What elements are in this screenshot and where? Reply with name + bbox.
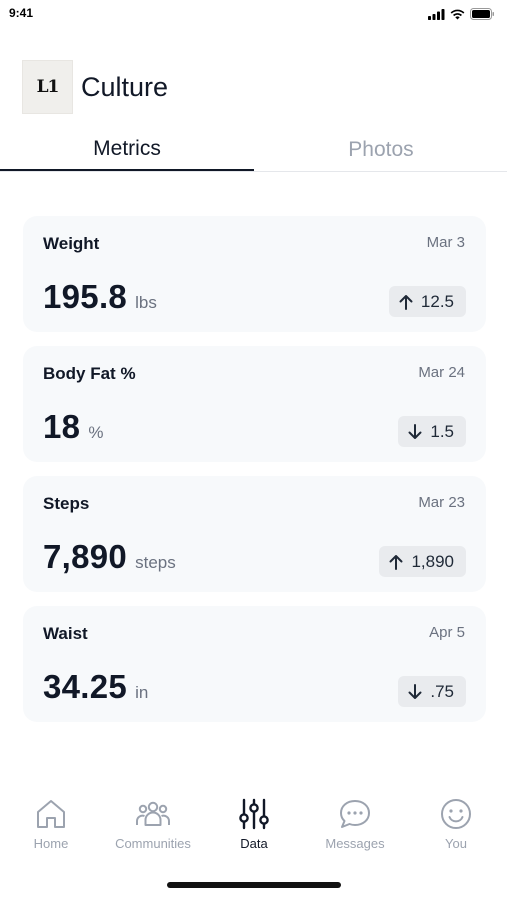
tabbar-data[interactable]: Data [203,796,305,851]
metric-value-group: 18 % [43,408,103,446]
logo-text: L1 [36,77,60,97]
metric-value: 7,890 [43,538,128,575]
metric-card-body-fat[interactable]: Body Fat % Mar 24 18 % 1.5 [23,346,486,462]
tab-metrics[interactable]: Metrics [0,128,254,171]
tabbar-label: Messages [325,836,385,851]
metric-date: Apr 5 [429,624,465,641]
bottom-tab-bar: Home Communities Data Messages You [0,796,507,866]
arrow-down-icon [408,423,422,439]
metric-change-badge: 1,890 [379,546,466,577]
status-icons [428,8,495,20]
metric-change-value: 1,890 [411,551,454,571]
metric-change-badge: 12.5 [388,286,466,317]
sliders-icon [239,798,269,830]
metric-value: 18 [43,408,81,445]
community-title: Culture [81,71,169,102]
status-bar: 9:41 [0,0,507,28]
tabbar-label: Communities [115,836,191,851]
tabbar-label: Data [240,836,268,851]
metric-label: Waist [43,624,88,643]
metric-value-group: 195.8 lbs [43,278,157,316]
metric-value-group: 7,890 steps [43,538,176,576]
metric-value-group: 34.25 in [43,668,148,706]
metric-change-value: 1.5 [430,421,454,441]
arrow-up-icon [399,294,413,310]
tab-bar-top: Metrics Photos [0,128,507,172]
metric-unit: in [135,683,149,702]
smiley-icon [441,799,471,829]
tabbar-communities[interactable]: Communities [102,796,204,851]
metric-unit: % [88,423,104,442]
metric-change-value: 12.5 [420,291,454,311]
chat-bubble-icon [340,800,370,828]
metric-unit: steps [135,553,176,572]
metric-label: Body Fat % [43,364,136,383]
cellular-signal-icon [428,8,445,20]
metric-value: 34.25 [43,668,128,705]
metric-label: Weight [43,234,100,253]
metric-card-steps[interactable]: Steps Mar 23 7,890 steps 1,890 [23,476,486,592]
home-icon [37,800,65,828]
tabbar-messages[interactable]: Messages [304,796,406,851]
metric-change-value: .75 [430,681,454,701]
metric-card-weight[interactable]: Weight Mar 3 195.8 lbs 12.5 [23,216,486,332]
metric-date: Mar 23 [418,494,465,511]
metrics-list: Weight Mar 3 195.8 lbs 12.5 Body Fat % M… [23,216,486,736]
arrow-down-icon [408,683,422,699]
metric-date: Mar 24 [418,364,465,381]
metric-unit: lbs [135,293,157,312]
tabbar-label: You [445,836,467,851]
communities-icon [136,801,170,826]
community-header: L1 Culture [22,60,168,114]
community-logo: L1 [22,60,73,114]
wifi-icon [450,9,465,19]
arrow-up-icon [389,554,403,570]
tabbar-you[interactable]: You [405,796,507,851]
tab-photos[interactable]: Photos [254,128,507,172]
metric-date: Mar 3 [426,234,465,251]
metric-change-badge: .75 [398,676,466,707]
home-indicator[interactable] [167,882,341,888]
metric-label: Steps [43,494,90,513]
tabbar-home[interactable]: Home [0,796,102,851]
metric-card-waist[interactable]: Waist Apr 5 34.25 in .75 [23,606,486,722]
metric-value: 195.8 [43,278,128,315]
battery-icon [470,8,494,20]
tabbar-label: Home [33,836,69,851]
metric-change-badge: 1.5 [398,416,466,447]
status-time: 9:41 [9,6,34,20]
